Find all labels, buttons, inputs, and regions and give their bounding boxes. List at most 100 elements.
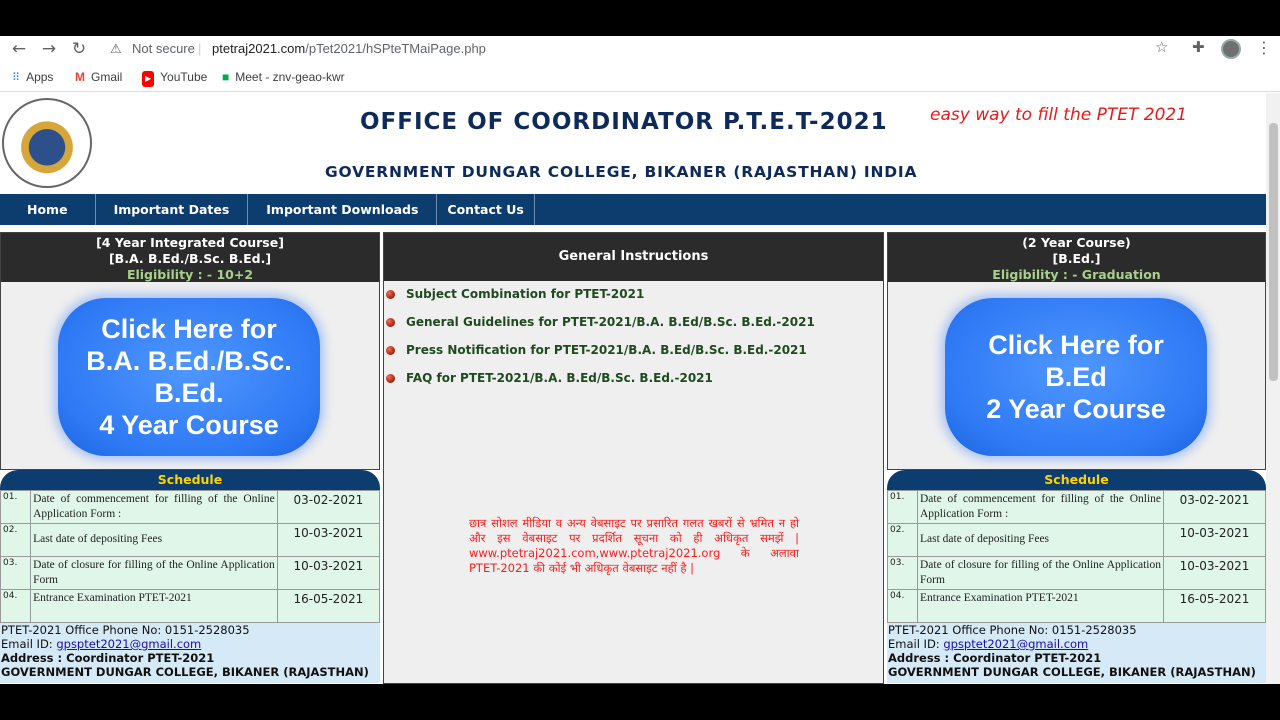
nav-important-dates[interactable]: Important Dates bbox=[96, 194, 249, 225]
row-number: 04. bbox=[0, 589, 32, 623]
row-description: Entrance Examination PTET-2021 bbox=[917, 589, 1164, 623]
right-course-header: (2 Year Course) [B.Ed.] Eligibility : - … bbox=[888, 233, 1265, 282]
contact-address: GOVERNMENT DUNGAR COLLEGE, BIKANER (RAJA… bbox=[1, 665, 369, 679]
table-row: 03. Date of closure for filling of the On… bbox=[887, 556, 1266, 590]
bullet-icon bbox=[386, 290, 395, 299]
bookmarks-bar: ⠿ Apps M Gmail ▶ YouTube ■ Meet - znv-geao-k… bbox=[0, 62, 1280, 92]
extensions-icon[interactable]: ✚ bbox=[1192, 38, 1205, 56]
table-row: 04. Entrance Examination PTET-2021 16-05-2… bbox=[0, 589, 381, 623]
row-description: Last date of depositing Fees bbox=[30, 523, 278, 557]
bookmark-star-icon[interactable]: ☆ bbox=[1155, 38, 1168, 56]
row-description: Date of closure for filling of the Onlin… bbox=[917, 556, 1164, 590]
row-description: Date of commencement for filling of the … bbox=[917, 490, 1164, 524]
page-title: OFFICE OF COORDINATOR P.T.E.T-2021 bbox=[360, 109, 888, 135]
banner-line: 4 Year Course bbox=[99, 410, 279, 440]
banner-line: B.Ed bbox=[1045, 362, 1107, 392]
nav-important-downloads[interactable]: Important Downloads bbox=[248, 194, 438, 225]
row-description: Date of commencement for filling of the … bbox=[30, 490, 278, 524]
right-eligibility: Eligibility : - Graduation bbox=[992, 267, 1161, 282]
page-subtitle: GOVERNMENT DUNGAR COLLEGE, BIKANER (RAJA… bbox=[325, 163, 918, 181]
nav-contact-us[interactable]: Contact Us bbox=[437, 194, 535, 225]
left-schedule-table: 01. Date of commencement for filling of t… bbox=[0, 490, 381, 623]
email-label: Email ID: bbox=[888, 637, 940, 651]
address-separator: | bbox=[198, 41, 202, 56]
warning-icon: ⚠ bbox=[110, 41, 122, 56]
bullet-icon bbox=[386, 318, 395, 327]
instruction-link[interactable]: Subject Combination for PTET-2021 bbox=[386, 287, 644, 307]
row-date: 10-03-2021 bbox=[1163, 556, 1266, 590]
row-number: 02. bbox=[0, 523, 32, 557]
left-course-header: [4 Year Integrated Course] [B.A. B.Ed./B… bbox=[1, 233, 379, 282]
table-row: 03. Date of closure for filling of the On… bbox=[0, 556, 381, 590]
banner-line: B.A. B.Ed./B.Sc. bbox=[86, 346, 292, 376]
profile-avatar[interactable] bbox=[1221, 39, 1241, 59]
contact-address-label: Address : Coordinator PTET-2021 bbox=[1, 651, 215, 665]
bookmark-meet[interactable]: ■ Meet - znv-geao-kwr bbox=[222, 69, 345, 85]
table-row: 04. Entrance Examination PTET-2021 16-05-2… bbox=[887, 589, 1266, 623]
reload-icon[interactable]: ↻ bbox=[68, 38, 90, 60]
table-row: 02. Last date of depositing Fees 10-03-202… bbox=[887, 523, 1266, 557]
right-course-title: (2 Year Course) bbox=[1022, 235, 1131, 250]
two-year-course-button[interactable]: Click Here for B.Ed 2 Year Course bbox=[945, 298, 1207, 456]
email-link[interactable]: gpsptet2021@gmail.com bbox=[56, 637, 201, 651]
bookmark-apps[interactable]: ⠿ Apps bbox=[12, 69, 53, 85]
hindi-notice: छात्र सोशल मीडिया व अन्य वेबसाइट पर प्रस… bbox=[469, 516, 799, 575]
left-contact-info: PTET-2021 Office Phone No: 0151-2528035 … bbox=[0, 623, 380, 683]
row-number: 04. bbox=[887, 589, 918, 623]
row-date: 03-02-2021 bbox=[1163, 490, 1266, 524]
instruction-link[interactable]: Press Notification for PTET-2021/B.A. B.… bbox=[386, 343, 807, 363]
right-course-degrees: [B.Ed.] bbox=[1052, 251, 1101, 266]
address-bar[interactable]: ⚠ Not secure | ptetraj2021.com/pTet2021/… bbox=[100, 37, 1182, 61]
contact-email-line: Email ID: gpsptet2021@gmail.com bbox=[888, 637, 1266, 651]
row-number: 01. bbox=[887, 490, 918, 524]
right-contact-info: PTET-2021 Office Phone No: 0151-2528035 … bbox=[887, 623, 1266, 683]
row-date: 03-02-2021 bbox=[276, 490, 381, 524]
bookmark-gmail[interactable]: M Gmail bbox=[75, 69, 122, 85]
browser-menu-icon[interactable]: ⋮ bbox=[1256, 38, 1272, 57]
banner-line: Click Here for bbox=[101, 314, 277, 344]
left-course-panel: [4 Year Integrated Course] [B.A. B.Ed./B… bbox=[0, 232, 380, 470]
bullet-icon bbox=[386, 346, 395, 355]
instruction-link[interactable]: General Guidelines for PTET-2021/B.A. B.… bbox=[386, 315, 815, 335]
forward-arrow-icon[interactable]: → bbox=[38, 38, 60, 60]
banner-line: Click Here for bbox=[988, 330, 1164, 360]
row-date: 10-03-2021 bbox=[1163, 523, 1266, 557]
row-number: 02. bbox=[887, 523, 918, 557]
banner-line: B.Ed. bbox=[154, 378, 224, 408]
gmail-icon: M bbox=[75, 70, 85, 84]
contact-address-label: Address : Coordinator PTET-2021 bbox=[888, 651, 1102, 665]
table-row: 01. Date of commencement for filling of t… bbox=[887, 490, 1266, 524]
row-number: 03. bbox=[0, 556, 32, 590]
email-label: Email ID: bbox=[1, 637, 53, 651]
right-schedule-header: Schedule bbox=[887, 470, 1266, 490]
contact-phone: PTET-2021 Office Phone No: 0151-2528035 bbox=[1, 623, 250, 637]
row-description: Last date of depositing Fees bbox=[917, 523, 1164, 557]
instruction-link[interactable]: FAQ for PTET-2021/B.A. B.Ed/B.Sc. B.Ed.-… bbox=[386, 371, 713, 391]
row-description: Date of closure for filling of the Onlin… bbox=[30, 556, 278, 590]
four-year-course-button[interactable]: Click Here for B.A. B.Ed./B.Sc. B.Ed. 4 … bbox=[58, 298, 320, 456]
url-text: ptetraj2021.com/pTet2021/hSPteTMaiPage.p… bbox=[212, 41, 486, 56]
row-date: 10-03-2021 bbox=[276, 556, 381, 590]
browser-toolbar: ← → ↻ ⚠ Not secure | ptetraj2021.com/pTe… bbox=[0, 36, 1280, 62]
bookmark-youtube[interactable]: ▶ YouTube bbox=[142, 69, 207, 87]
row-date: 10-03-2021 bbox=[276, 523, 381, 557]
left-schedule-header: Schedule bbox=[0, 470, 380, 490]
row-number: 01. bbox=[0, 490, 32, 524]
row-date: 16-05-2021 bbox=[1163, 589, 1266, 623]
college-logo bbox=[2, 98, 92, 188]
page-scrollbar[interactable] bbox=[1266, 93, 1280, 684]
scrollbar-thumb[interactable] bbox=[1269, 123, 1278, 381]
bullet-icon bbox=[386, 374, 395, 383]
back-arrow-icon[interactable]: ← bbox=[8, 38, 30, 60]
right-schedule-table: 01. Date of commencement for filling of t… bbox=[887, 490, 1266, 623]
email-link[interactable]: gpsptet2021@gmail.com bbox=[943, 637, 1088, 651]
row-date: 16-05-2021 bbox=[276, 589, 381, 623]
web-page: OFFICE OF COORDINATOR P.T.E.T-2021 easy … bbox=[0, 93, 1266, 684]
nav-home[interactable]: Home bbox=[0, 194, 96, 225]
youtube-icon: ▶ bbox=[142, 71, 155, 87]
row-number: 03. bbox=[887, 556, 918, 590]
row-description: Entrance Examination PTET-2021 bbox=[30, 589, 278, 623]
left-course-title: [4 Year Integrated Course] bbox=[96, 235, 284, 250]
table-row: 02. Last date of depositing Fees 10-03-202… bbox=[0, 523, 381, 557]
apps-grid-icon: ⠿ bbox=[12, 72, 21, 84]
